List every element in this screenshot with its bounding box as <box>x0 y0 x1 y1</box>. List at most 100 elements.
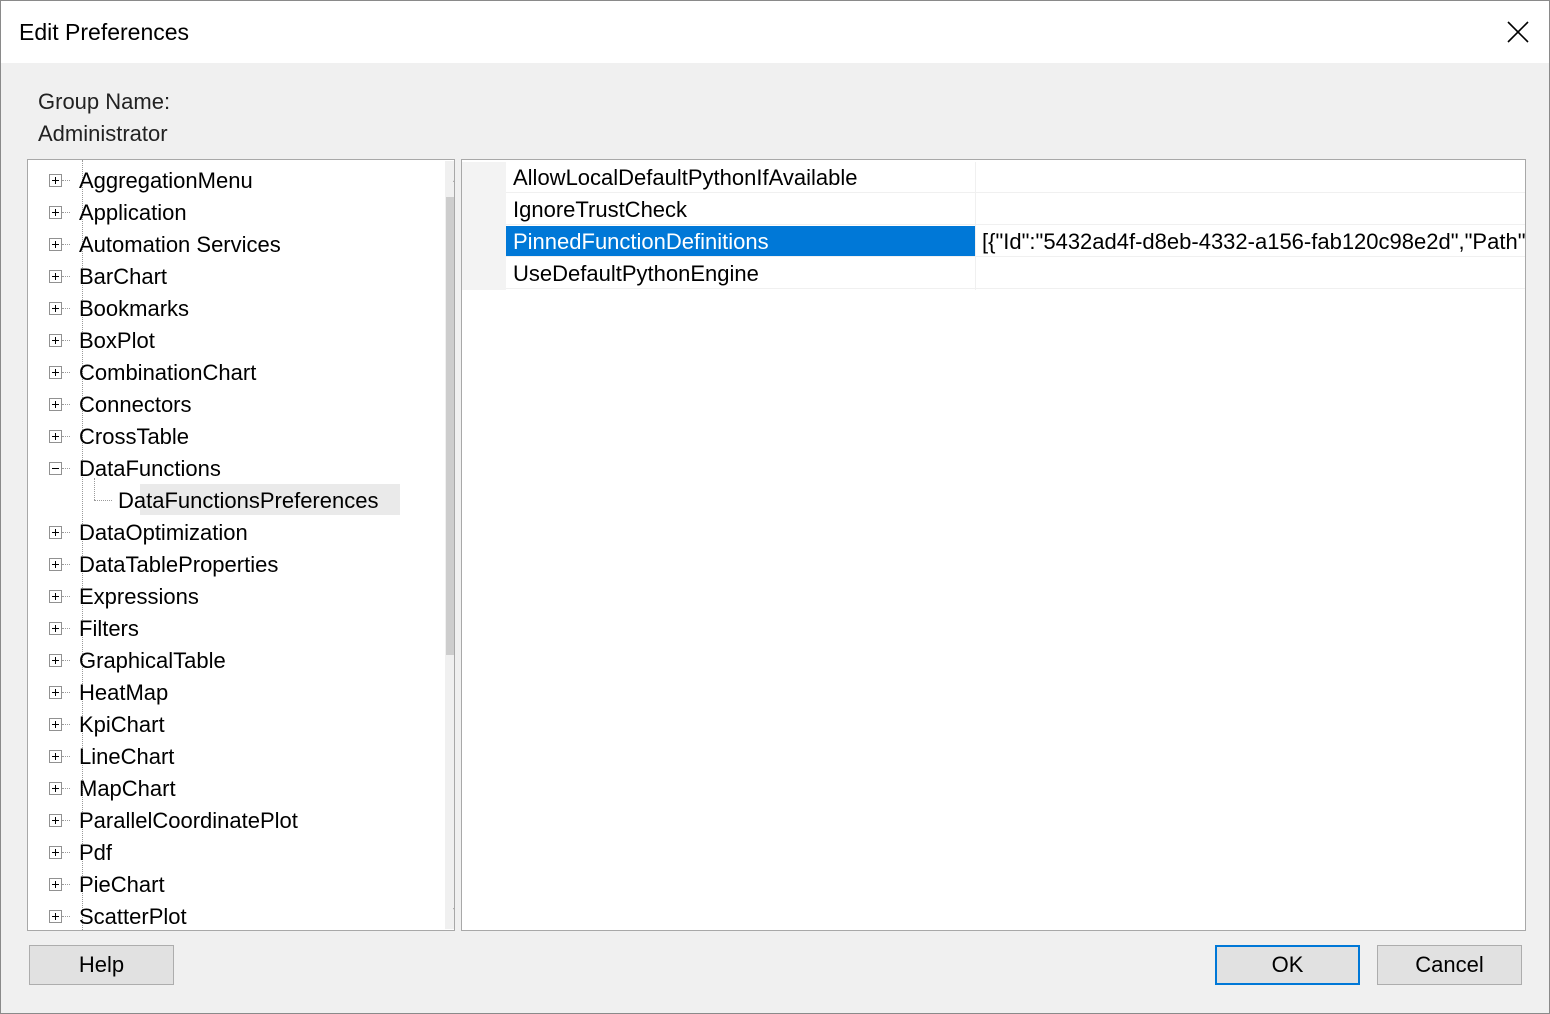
tree-item[interactable]: MapChart <box>28 772 443 804</box>
expand-icon[interactable] <box>49 686 62 699</box>
scroll-down-button[interactable] <box>445 895 454 929</box>
tree-item-label: DataTableProperties <box>79 552 279 577</box>
expand-icon[interactable] <box>49 782 62 795</box>
tree-connector <box>62 916 70 917</box>
property-row[interactable]: PinnedFunctionDefinitions [{"Id":"5432ad4… <box>462 226 1525 258</box>
expand-icon[interactable] <box>49 718 62 731</box>
tree-connector <box>62 532 70 533</box>
tree-connector <box>62 308 70 309</box>
tree-item-label: ScatterPlot <box>79 904 187 929</box>
expand-icon[interactable] <box>49 270 62 283</box>
tree-connector <box>62 372 70 373</box>
preferences-tree[interactable]: AggregationMenu Application Automation Ser… <box>27 159 455 931</box>
tree-item-label: Expressions <box>79 584 199 609</box>
expand-icon[interactable] <box>49 366 62 379</box>
expand-icon[interactable] <box>49 206 62 219</box>
expand-icon[interactable] <box>49 302 62 315</box>
help-button[interactable]: Help <box>29 945 174 985</box>
tree-connector <box>62 564 70 565</box>
tree-item[interactable]: LineChart <box>28 740 443 772</box>
tree-item-label: DataFunctionsPreferences <box>118 488 379 513</box>
title-bar: Edit Preferences <box>1 1 1549 63</box>
tree-item[interactable]: Connectors <box>28 388 443 420</box>
tree-connector <box>62 180 70 181</box>
tree-item[interactable]: DataOptimization <box>28 516 443 548</box>
tree-item-label: AggregationMenu <box>79 168 253 193</box>
expand-icon[interactable] <box>49 910 62 923</box>
expand-icon[interactable] <box>49 878 62 891</box>
tree-scrollbar[interactable] <box>445 161 454 929</box>
cancel-button[interactable]: Cancel <box>1377 945 1522 985</box>
ok-button[interactable]: OK <box>1215 945 1360 985</box>
tree-item[interactable]: GraphicalTable <box>28 644 443 676</box>
tree-item[interactable]: HeatMap <box>28 676 443 708</box>
tree-item[interactable]: ParallelCoordinatePlot <box>28 804 443 836</box>
property-name[interactable]: AllowLocalDefaultPythonIfAvailable <box>506 162 975 193</box>
tree-connector <box>94 500 112 501</box>
expand-icon[interactable] <box>49 654 62 667</box>
expand-icon[interactable] <box>49 174 62 187</box>
property-grid[interactable]: AllowLocalDefaultPythonIfAvailable Ignore… <box>461 159 1526 931</box>
tree-item[interactable]: AggregationMenu <box>28 164 443 196</box>
collapse-icon[interactable] <box>49 462 62 475</box>
property-row[interactable]: UseDefaultPythonEngine <box>462 258 1525 290</box>
tree-connector <box>62 660 70 661</box>
expand-icon[interactable] <box>49 558 62 571</box>
property-row[interactable]: AllowLocalDefaultPythonIfAvailable <box>462 162 1525 194</box>
tree-child-item[interactable]: DataFunctionsPreferences <box>28 478 443 516</box>
property-value[interactable] <box>976 194 1525 225</box>
scroll-thumb[interactable] <box>446 197 454 655</box>
expand-icon[interactable] <box>49 590 62 603</box>
tree-item[interactable]: BoxPlot <box>28 324 443 356</box>
tree-item[interactable]: DataFunctions <box>28 452 443 484</box>
tree-item[interactable]: Pdf <box>28 836 443 868</box>
property-margin <box>462 162 506 194</box>
expand-icon[interactable] <box>49 846 62 859</box>
tree-item[interactable]: DataTableProperties <box>28 548 443 580</box>
tree-item-label: MapChart <box>79 776 176 801</box>
tree-connector <box>62 468 70 469</box>
scroll-up-button[interactable] <box>445 161 454 195</box>
tree-connector <box>62 884 70 885</box>
tree-item[interactable]: BarChart <box>28 260 443 292</box>
expand-icon[interactable] <box>49 398 62 411</box>
tree-item[interactable]: Application <box>28 196 443 228</box>
expand-icon[interactable] <box>49 814 62 827</box>
tree-connector <box>62 212 70 213</box>
expand-icon[interactable] <box>49 526 62 539</box>
tree-item-label: HeatMap <box>79 680 169 705</box>
tree-item-label: Pdf <box>79 840 113 865</box>
tree-item[interactable]: Expressions <box>28 580 443 612</box>
property-row[interactable]: IgnoreTrustCheck <box>462 194 1525 226</box>
tree-item[interactable]: CombinationChart <box>28 356 443 388</box>
tree-item-label: CrossTable <box>79 424 190 449</box>
chevron-down-icon <box>453 908 454 910</box>
tree-connector <box>62 724 70 725</box>
tree-connector <box>62 852 70 853</box>
tree-item[interactable]: CrossTable <box>28 420 443 452</box>
tree-item[interactable]: Bookmarks <box>28 292 443 324</box>
tree-item[interactable]: PieChart <box>28 868 443 900</box>
property-value[interactable]: [{"Id":"5432ad4f-d8eb-4332-a156-fab120c9… <box>976 226 1525 257</box>
tree-connector <box>62 244 70 245</box>
tree-connector <box>62 788 70 789</box>
tree-item[interactable]: Filters <box>28 612 443 644</box>
dialog-title: Edit Preferences <box>19 19 190 45</box>
tree-item[interactable]: KpiChart <box>28 708 443 740</box>
tree-item-label: DataFunctions <box>79 456 221 481</box>
close-button[interactable] <box>1487 1 1549 63</box>
tree-item-label: PieChart <box>79 872 165 897</box>
tree-item[interactable]: ScatterPlot <box>28 900 443 930</box>
expand-icon[interactable] <box>49 334 62 347</box>
property-value[interactable] <box>976 162 1525 193</box>
property-name[interactable]: IgnoreTrustCheck <box>506 194 975 225</box>
expand-icon[interactable] <box>49 622 62 635</box>
expand-icon[interactable] <box>49 238 62 251</box>
property-value[interactable] <box>976 258 1525 289</box>
tree-item[interactable]: Automation Services <box>28 228 443 260</box>
property-name[interactable]: UseDefaultPythonEngine <box>506 258 975 289</box>
expand-icon[interactable] <box>49 430 62 443</box>
property-name[interactable]: PinnedFunctionDefinitions <box>506 226 975 257</box>
expand-icon[interactable] <box>49 750 62 763</box>
tree-connector <box>62 276 70 277</box>
